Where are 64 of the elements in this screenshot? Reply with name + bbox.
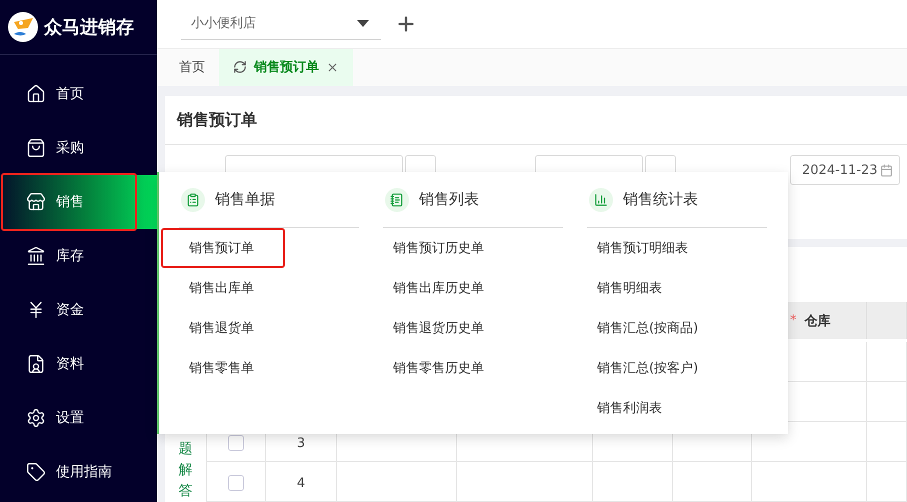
row-number: 4 bbox=[266, 462, 337, 502]
sidebar-label: 资料 bbox=[56, 355, 84, 373]
settings-icon bbox=[26, 408, 46, 428]
menu-heading: 销售列表 bbox=[419, 190, 479, 209]
menu-heading: 销售统计表 bbox=[623, 190, 698, 209]
column-header bbox=[867, 302, 907, 339]
menu-heading: 销售单据 bbox=[215, 190, 275, 209]
sidebar-label: 设置 bbox=[56, 409, 84, 427]
close-icon[interactable] bbox=[326, 60, 339, 74]
caret-icon bbox=[357, 20, 369, 27]
calendar-icon bbox=[880, 164, 893, 176]
sidebar-item[interactable]: 库存 bbox=[0, 229, 157, 283]
help-link[interactable]: 题解答 bbox=[178, 439, 192, 502]
menu-item[interactable]: 销售退货历史单 bbox=[365, 308, 498, 348]
sidebar-label: 库存 bbox=[56, 247, 84, 265]
sidebar-item[interactable]: 使用指南 bbox=[0, 445, 157, 499]
menu-item[interactable]: 销售退货单 bbox=[161, 308, 285, 348]
tab[interactable]: 首页 bbox=[165, 48, 219, 86]
clipboard-icon bbox=[181, 188, 205, 212]
menu-item[interactable]: 销售出库单 bbox=[161, 268, 285, 308]
menu-item[interactable]: 销售零售单 bbox=[161, 348, 285, 388]
menu-item[interactable]: 销售零售历史单 bbox=[365, 348, 498, 388]
sidebar-label: 资金 bbox=[56, 301, 84, 319]
date-field[interactable]: 2024-11-23 bbox=[790, 155, 900, 185]
sidebar-label: 使用指南 bbox=[56, 463, 112, 481]
storefront-icon bbox=[26, 192, 46, 212]
tag-icon bbox=[26, 462, 46, 482]
sidebar-item[interactable]: 资金 bbox=[0, 283, 157, 337]
menu-item[interactable]: 销售汇总(按客户) bbox=[569, 348, 712, 388]
sidebar-label: 销售 bbox=[56, 193, 84, 211]
row-checkbox[interactable] bbox=[228, 435, 244, 451]
sidebar-label: 采购 bbox=[56, 139, 84, 157]
menu-item[interactable]: 销售明细表 bbox=[569, 268, 693, 308]
refresh-icon bbox=[233, 60, 247, 74]
sidebar-item[interactable]: 采购 bbox=[0, 121, 157, 175]
table-cell bbox=[867, 462, 907, 502]
sidebar-label: 首页 bbox=[56, 85, 84, 103]
tab[interactable]: 销售预订单 bbox=[219, 48, 353, 86]
menu-item[interactable]: 销售预订单 bbox=[161, 228, 285, 268]
menu-item[interactable]: 销售出库历史单 bbox=[365, 268, 498, 308]
document-person-icon bbox=[26, 354, 46, 374]
page-title: 销售预订单 bbox=[177, 110, 257, 130]
logo-icon bbox=[8, 12, 38, 42]
app-name: 众马进销存 bbox=[44, 16, 134, 39]
sidebar-item[interactable]: 销售 bbox=[0, 175, 157, 229]
tab-label: 首页 bbox=[179, 59, 205, 76]
sidebar-item[interactable]: 首页 bbox=[0, 67, 157, 121]
table-cell bbox=[867, 342, 907, 382]
house-icon bbox=[26, 84, 46, 104]
menu-item[interactable]: 销售预订历史单 bbox=[365, 228, 498, 268]
tab-label: 销售预订单 bbox=[254, 59, 319, 76]
menu-item[interactable]: 销售利润表 bbox=[569, 388, 693, 428]
menu-item[interactable]: 销售汇总(按商品) bbox=[569, 308, 712, 348]
notebook-icon bbox=[385, 188, 409, 212]
bank-icon bbox=[26, 246, 46, 266]
sidebar-item[interactable]: 设置 bbox=[0, 391, 157, 445]
row-checkbox[interactable] bbox=[228, 475, 244, 491]
sidebar-item[interactable]: 资料 bbox=[0, 337, 157, 391]
menu-item[interactable]: 销售预订明细表 bbox=[569, 228, 702, 268]
table-cell bbox=[867, 382, 907, 422]
table-cell bbox=[867, 422, 907, 462]
store-select[interactable]: 小小便利店 bbox=[181, 8, 381, 40]
bag-icon bbox=[26, 138, 46, 158]
bar-chart-icon bbox=[589, 188, 613, 212]
